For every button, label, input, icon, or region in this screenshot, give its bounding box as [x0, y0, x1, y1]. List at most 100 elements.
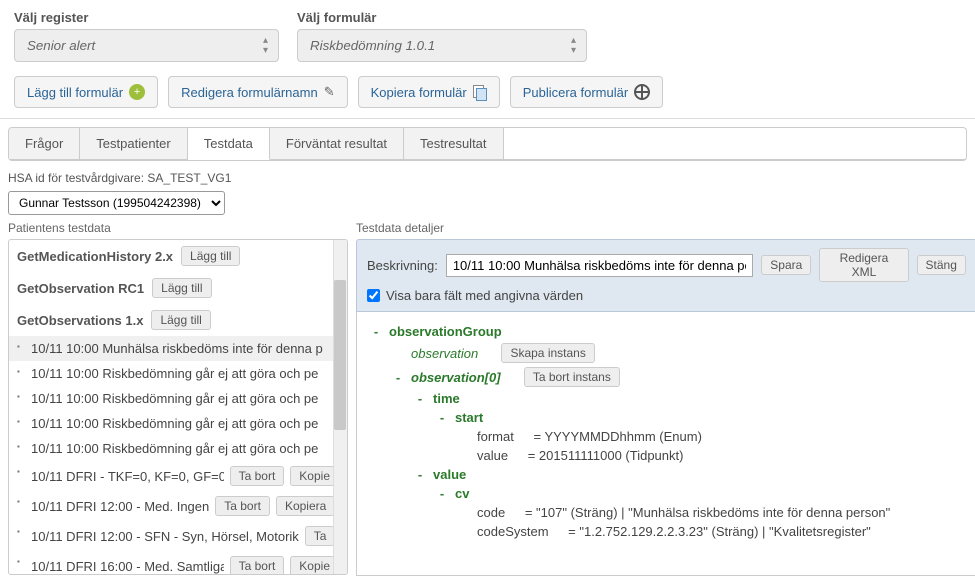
item-action-button[interactable]: Kopiera	[276, 496, 335, 516]
list-item[interactable]: 10/11 10:00 Riskbedömning går ej att gör…	[9, 436, 347, 461]
left-column: Patientens testdata GetMedicationHistory…	[8, 215, 348, 576]
tree-key: codeSystem	[477, 524, 549, 539]
scrollbar-thumb[interactable]	[334, 280, 346, 430]
list-item[interactable]: 10/11 DFRI - TKF=0, KF=0, GF=0 Ta bortKop…	[9, 461, 347, 491]
detail-header: Beskrivning: Spara Redigera XML Stäng Vi…	[356, 239, 975, 312]
collapse-icon[interactable]: -	[371, 324, 381, 339]
remove-instance-button[interactable]: Ta bort instans	[524, 367, 620, 387]
item-action-button[interactable]: Kopie	[290, 466, 339, 486]
item-action-button[interactable]: Ta bort	[230, 556, 285, 575]
item-action-button[interactable]: Ta bort	[215, 496, 270, 516]
collapse-icon[interactable]: -	[437, 486, 447, 501]
add-form-button[interactable]: Lägg till formulär +	[14, 76, 158, 108]
tab-container: Frågor Testpatienter Testdata Förväntat …	[8, 127, 967, 161]
plus-icon: +	[129, 84, 145, 100]
tab-testpatienter[interactable]: Testpatienter	[80, 128, 187, 159]
tree-key: code	[477, 505, 505, 520]
item-text: 10/11 DFRI 12:00 - Med. Ingen	[31, 499, 209, 514]
register-dropdown[interactable]: Senior alert ▴▾	[14, 29, 279, 62]
edit-form-name-button[interactable]: Redigera formulärnamn ✎	[168, 76, 347, 108]
action-buttons: Lägg till formulär + Redigera formulärna…	[14, 76, 961, 108]
tree-key: cv	[455, 486, 469, 501]
tree-key: observationGroup	[389, 324, 502, 339]
service-name: GetObservations 1.x	[17, 313, 143, 328]
chevron-updown-icon: ▴▾	[571, 36, 576, 56]
copy-icon	[473, 85, 487, 99]
register-selector-group: Välj register Senior alert ▴▾	[14, 10, 279, 62]
service-name: GetObservation RC1	[17, 281, 144, 296]
tab-content-header: HSA id för testvårdgivare: SA_TEST_VG1 G…	[0, 161, 975, 215]
collapse-icon[interactable]: -	[437, 410, 447, 425]
scrollbar-track[interactable]	[333, 240, 347, 574]
list-item[interactable]: 10/11 DFRI 16:00 - Med. Samtliga Ta bort K…	[9, 551, 347, 575]
tree-key: observation[0]	[411, 370, 501, 385]
desc-label: Beskrivning:	[367, 258, 438, 273]
right-column: Testdata detaljer Beskrivning: Spara Red…	[356, 215, 975, 576]
filter-checkbox[interactable]	[367, 289, 380, 302]
item-action-button[interactable]: Kopie	[290, 556, 339, 575]
close-button[interactable]: Stäng	[917, 255, 966, 275]
testdata-list: GetMedicationHistory 2.x Lägg till GetOb…	[8, 239, 348, 575]
collapse-icon[interactable]: -	[415, 467, 425, 482]
left-title: Patientens testdata	[8, 221, 348, 235]
item-text: 10/11 DFRI 12:00 - SFN - Syn, Hörsel, Mo…	[31, 529, 299, 544]
tree-key: value	[433, 467, 466, 482]
add-button[interactable]: Lägg till	[152, 278, 211, 298]
list-item[interactable]: 10/11 10:00 Munhälsa riskbedöms inte för…	[9, 336, 347, 361]
copy-form-button[interactable]: Kopiera formulär	[358, 76, 500, 108]
register-label: Välj register	[14, 10, 279, 25]
item-action-button[interactable]: Ta bort	[230, 466, 285, 486]
item-text: 10/11 10:00 Riskbedömning går ej att gör…	[31, 416, 318, 431]
tab-fragor[interactable]: Frågor	[9, 128, 80, 159]
create-instance-button[interactable]: Skapa instans	[501, 343, 594, 363]
description-input[interactable]	[446, 254, 753, 277]
tree-value: = "1.2.752.129.2.2.3.23" (Sträng) | "Kva…	[568, 524, 871, 539]
tree-key: format	[477, 429, 514, 444]
tab-testresultat[interactable]: Testresultat	[404, 128, 503, 159]
tree-value: = YYYYMMDDhhmm (Enum)	[533, 429, 701, 444]
form-header: Välj register Senior alert ▴▾ Välj formu…	[0, 0, 975, 119]
filter-checkbox-label[interactable]: Visa bara fält med angivna värden	[367, 288, 966, 303]
item-text: 10/11 10:00 Munhälsa riskbedöms inte för…	[31, 341, 323, 356]
item-text: 10/11 10:00 Riskbedömning går ej att gör…	[31, 366, 318, 381]
form-label: Välj formulär	[297, 10, 587, 25]
globe-icon	[634, 84, 650, 100]
publish-form-button[interactable]: Publicera formulär	[510, 76, 664, 108]
item-text: 10/11 10:00 Riskbedömning går ej att gör…	[31, 391, 318, 406]
tree-key: value	[477, 448, 508, 463]
tree-value: = 201511111000 (Tidpunkt)	[528, 448, 684, 463]
list-item[interactable]: 10/11 DFRI 12:00 - Med. Ingen Ta bort Kopi…	[9, 491, 347, 521]
tree-key: start	[455, 410, 483, 425]
tree-key: time	[433, 391, 460, 406]
save-button[interactable]: Spara	[761, 255, 811, 275]
item-text: 10/11 10:00 Riskbedömning går ej att gör…	[31, 441, 318, 456]
item-text: 10/11 DFRI 16:00 - Med. Samtliga	[31, 559, 224, 574]
form-selector-group: Välj formulär Riskbedömning 1.0.1 ▴▾	[297, 10, 587, 62]
chevron-updown-icon: ▴▾	[263, 36, 268, 56]
list-item[interactable]: 10/11 10:00 Riskbedömning går ej att gör…	[9, 386, 347, 411]
add-button[interactable]: Lägg till	[151, 310, 210, 330]
list-item[interactable]: 10/11 10:00 Riskbedömning går ej att gör…	[9, 411, 347, 436]
service-name: GetMedicationHistory 2.x	[17, 249, 173, 264]
collapse-icon[interactable]: -	[415, 391, 425, 406]
item-text: 10/11 DFRI - TKF=0, KF=0, GF=0	[31, 469, 224, 484]
pencil-icon: ✎	[324, 84, 335, 100]
register-value: Senior alert	[27, 38, 95, 53]
patient-select[interactable]: Gunnar Testsson (199504242398)	[8, 191, 225, 215]
list-item[interactable]: 10/11 DFRI 12:00 - SFN - Syn, Hörsel, Mo…	[9, 521, 347, 551]
item-action-button[interactable]: Ta	[305, 526, 336, 546]
add-button[interactable]: Lägg till	[181, 246, 240, 266]
form-value: Riskbedömning 1.0.1	[310, 38, 435, 53]
tab-testdata[interactable]: Testdata	[188, 128, 270, 160]
tree-view: - observationGroup - observation Skapa i…	[356, 312, 975, 576]
right-title: Testdata detaljer	[356, 221, 975, 235]
collapse-icon[interactable]: -	[393, 370, 403, 385]
hsa-id-line: HSA id för testvårdgivare: SA_TEST_VG1	[8, 171, 967, 185]
tree-value: = "107" (Sträng) | "Munhälsa riskbedöms …	[525, 505, 890, 520]
tree-key: observation	[411, 346, 478, 361]
tabs: Frågor Testpatienter Testdata Förväntat …	[9, 128, 966, 160]
list-item[interactable]: 10/11 10:00 Riskbedömning går ej att gör…	[9, 361, 347, 386]
tab-forvantat[interactable]: Förväntat resultat	[270, 128, 404, 159]
form-dropdown[interactable]: Riskbedömning 1.0.1 ▴▾	[297, 29, 587, 62]
edit-xml-button[interactable]: Redigera XML	[819, 248, 908, 282]
